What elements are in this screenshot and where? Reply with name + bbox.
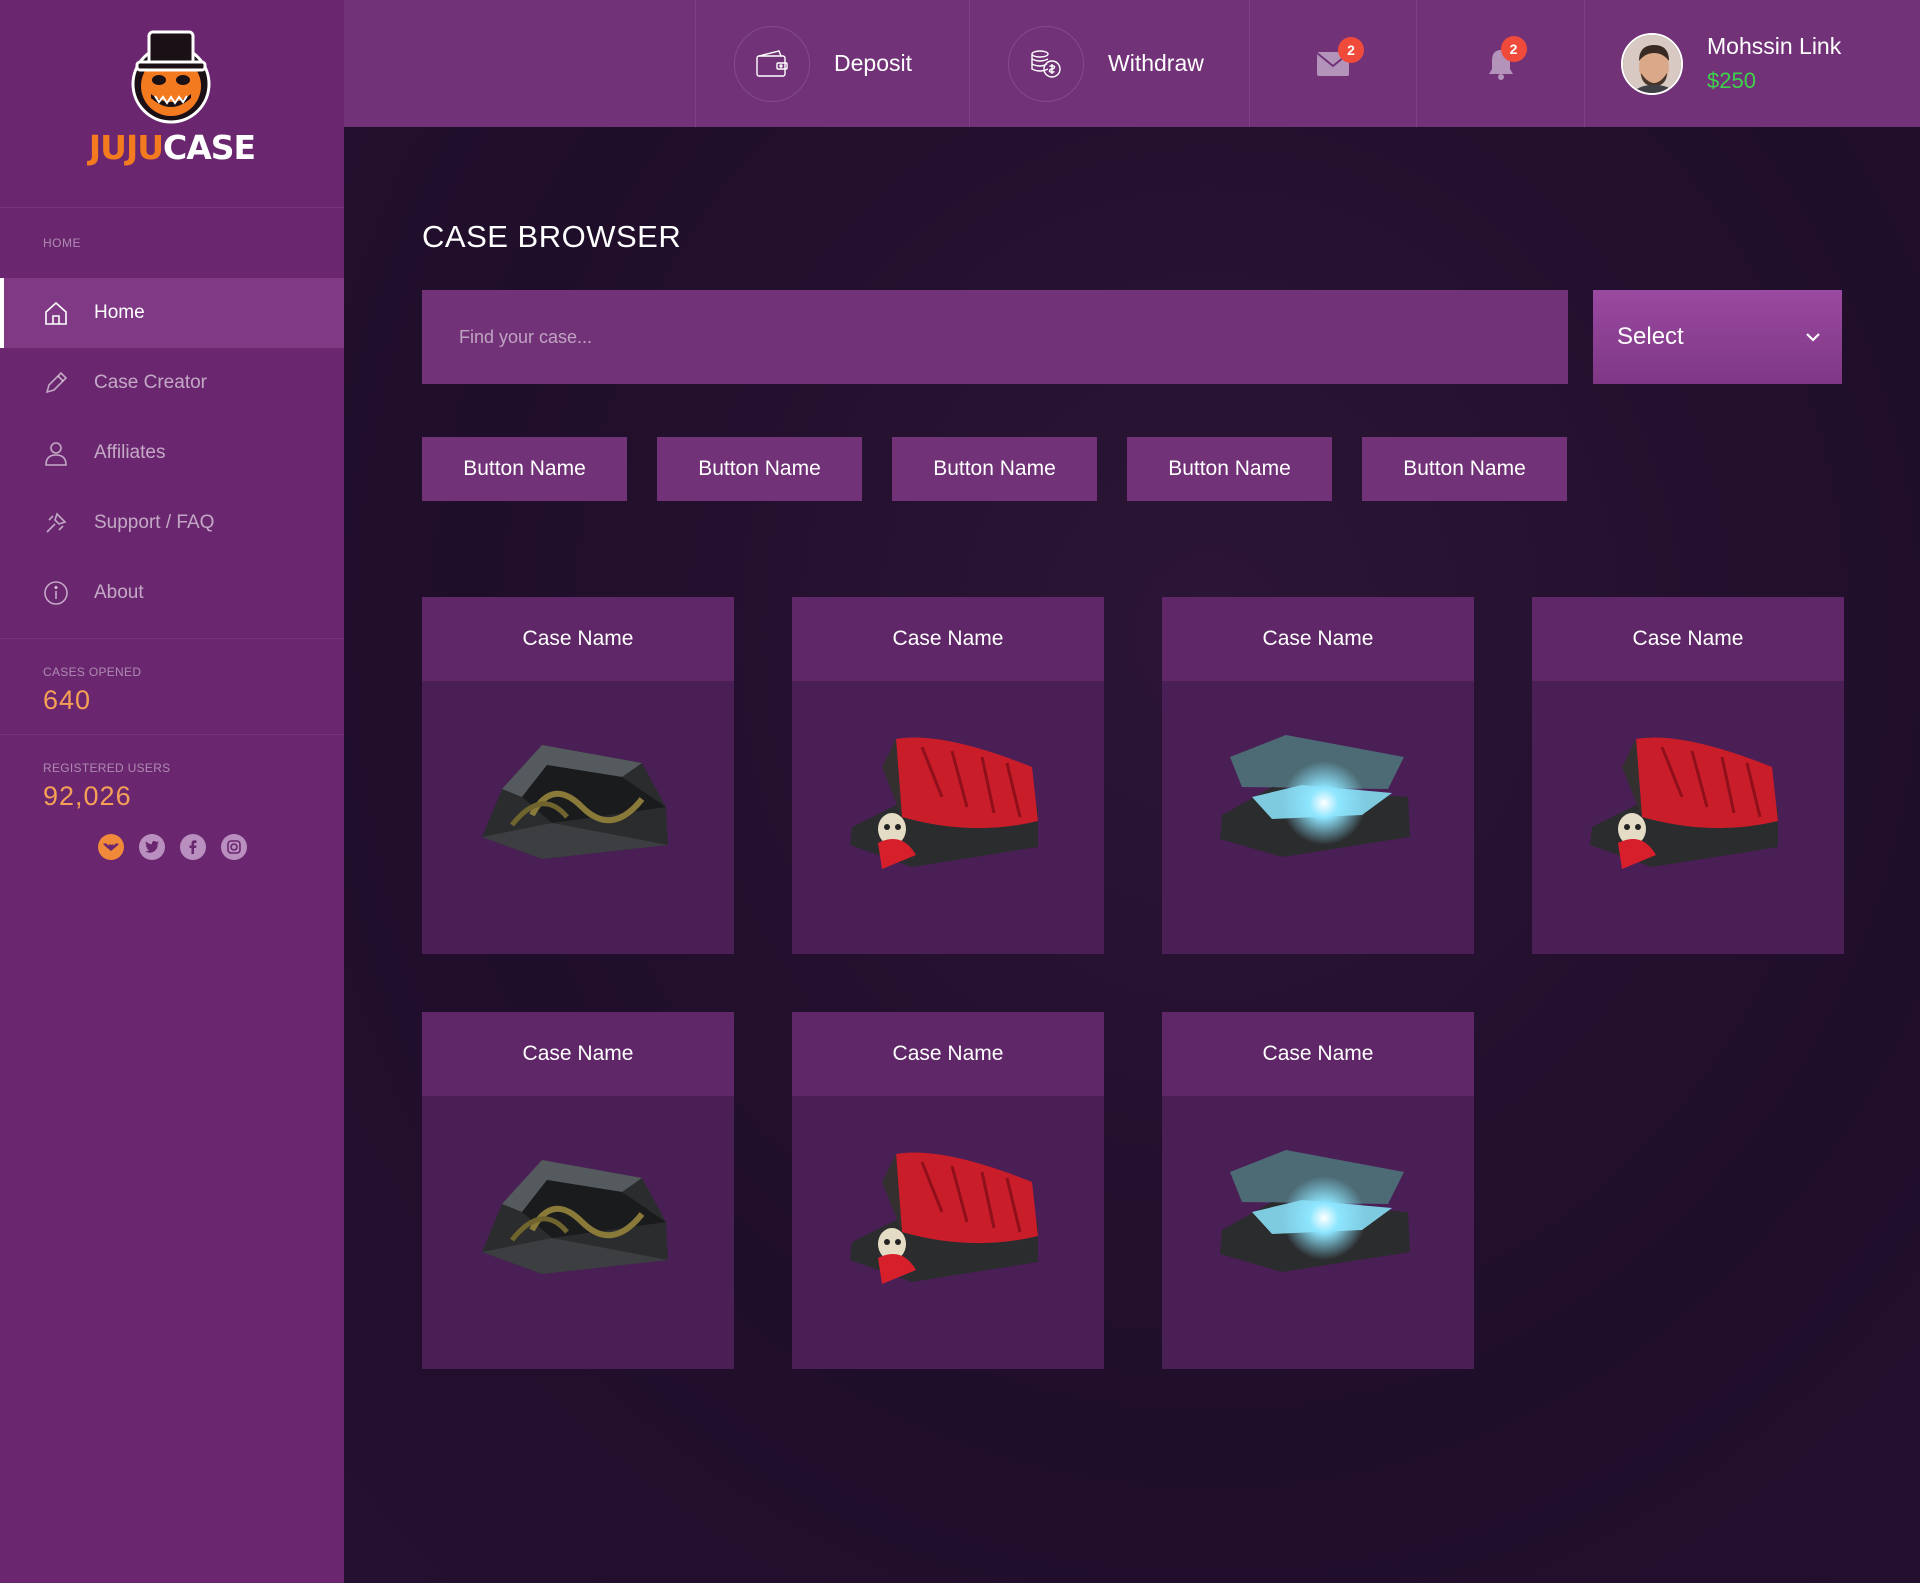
twitter-icon[interactable] (139, 834, 165, 860)
messages-button[interactable]: 2 (1249, 0, 1416, 127)
coffin-red-cloth-image (850, 737, 1038, 869)
stat-registered-users: REGISTERED USERS 92,026 (0, 735, 344, 812)
deposit-label: Deposit (834, 50, 912, 76)
stat-value: 640 (43, 685, 92, 715)
notifications-button[interactable]: 2 (1416, 0, 1584, 127)
support-icon (42, 509, 70, 537)
mascot-logo-icon (131, 30, 211, 124)
case-card[interactable]: Case Name (1532, 597, 1844, 954)
user-balance: $250 (1707, 68, 1756, 93)
deposit-button[interactable]: Deposit (695, 0, 969, 127)
sidebar: JUJUCASE HOME Home Case Creator Affiliat… (0, 0, 344, 1583)
brand-part1: JUJU (88, 128, 164, 167)
stat-cases-opened: CASES OPENED 640 (0, 639, 344, 735)
nav-section-label: HOME (43, 236, 81, 250)
sidebar-item-support[interactable]: Support / FAQ (0, 488, 344, 558)
social-links (0, 834, 344, 860)
top-bar: Deposit Withdraw 2 2 Mohssin Link $250 (344, 0, 1920, 127)
bat-icon[interactable] (98, 834, 124, 860)
withdraw-button[interactable]: Withdraw (969, 0, 1249, 127)
sidebar-item-label: Affiliates (94, 442, 166, 463)
messages-badge: 2 (1338, 36, 1364, 63)
user-info: Mohssin Link $250 (1707, 33, 1841, 94)
coffin-red-cloth-image (1590, 737, 1778, 869)
case-name: Case Name (422, 597, 734, 681)
case-name: Case Name (792, 597, 1104, 681)
sidebar-item-case-creator[interactable]: Case Creator (0, 348, 344, 418)
user-icon (42, 439, 70, 467)
user-name: Mohssin Link (1707, 33, 1842, 59)
case-card[interactable]: Case Name (792, 1012, 1104, 1369)
case-name: Case Name (422, 1012, 734, 1096)
user-profile[interactable]: Mohssin Link $250 (1584, 0, 1920, 127)
filter-button[interactable]: Button Name (1127, 437, 1332, 501)
avatar (1621, 32, 1683, 95)
filter-button[interactable]: Button Name (892, 437, 1097, 501)
bell-icon: 2 (1487, 35, 1527, 80)
main-content: CASE BROWSER Select Button Name Button N… (344, 127, 1920, 1583)
notifications-badge: 2 (1500, 35, 1527, 62)
chevron-down-icon (1806, 332, 1820, 342)
info-icon (42, 579, 70, 607)
case-card[interactable]: Case Name (792, 597, 1104, 954)
wallet-icon (734, 25, 810, 102)
case-name: Case Name (1162, 597, 1474, 681)
page-title: CASE BROWSER (422, 219, 682, 254)
select-value: Select (1617, 323, 1684, 350)
case-card[interactable]: Case Name (1162, 1012, 1474, 1369)
coins-icon (1008, 25, 1084, 102)
pencil-icon (42, 369, 70, 397)
case-name: Case Name (1162, 1012, 1474, 1096)
case-card[interactable]: Case Name (422, 1012, 734, 1369)
coffin-glow-image (1220, 735, 1410, 857)
sidebar-item-about[interactable]: About (0, 558, 344, 628)
coffin-snakes-image (482, 745, 668, 859)
stat-label: REGISTERED USERS (43, 761, 171, 775)
instagram-icon[interactable] (221, 834, 247, 860)
filter-button[interactable]: Button Name (422, 437, 627, 501)
logo[interactable]: JUJUCASE (0, 0, 344, 208)
case-card[interactable]: Case Name (1162, 597, 1474, 954)
filter-buttons: Button Name Button Name Button Name Butt… (422, 437, 1567, 501)
stat-value: 92,026 (43, 781, 132, 811)
home-icon (42, 299, 70, 327)
facebook-icon[interactable] (180, 834, 206, 860)
coffin-glow-image (1220, 1150, 1410, 1272)
sidebar-item-home[interactable]: Home (0, 278, 344, 348)
case-card[interactable]: Case Name (422, 597, 734, 954)
withdraw-label: Withdraw (1108, 50, 1204, 76)
sidebar-item-label: Home (94, 302, 145, 323)
filter-button[interactable]: Button Name (1362, 437, 1567, 501)
search-input[interactable] (422, 290, 1568, 384)
sidebar-item-label: Support / FAQ (94, 512, 215, 533)
brand-part2: CASE (163, 128, 256, 167)
sidebar-item-affiliates[interactable]: Affiliates (0, 418, 344, 488)
filter-button[interactable]: Button Name (657, 437, 862, 501)
brand-wordmark: JUJUCASE (0, 128, 344, 167)
envelope-icon: 2 (1316, 36, 1364, 77)
sidebar-item-label: About (94, 582, 144, 603)
sidebar-item-label: Case Creator (94, 372, 207, 393)
stat-label: CASES OPENED (43, 665, 142, 679)
case-name: Case Name (792, 1012, 1104, 1096)
category-select[interactable]: Select (1593, 290, 1842, 384)
coffin-snakes-image (482, 1160, 668, 1274)
case-name: Case Name (1532, 597, 1844, 681)
coffin-red-cloth-image (850, 1152, 1038, 1284)
